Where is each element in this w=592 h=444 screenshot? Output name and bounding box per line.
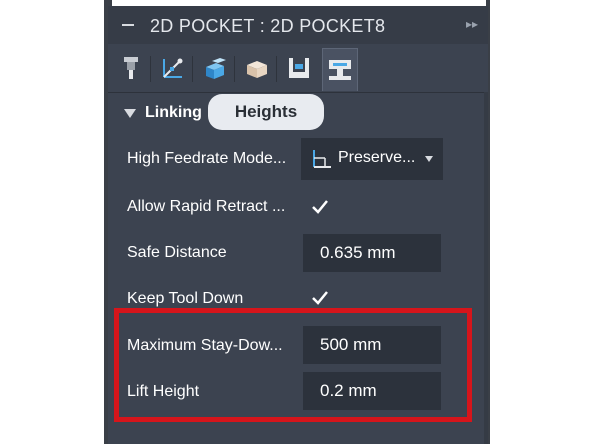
high-feedrate-mode-label: High Feedrate Mode... [127,150,287,167]
tool-icon [124,57,138,79]
allow-rapid-retract-label: Allow Rapid Retract ... [127,198,286,215]
tab-separator [276,56,277,82]
safe-distance-input[interactable]: 0.635 mm [303,234,441,272]
minus-icon[interactable] [122,24,134,26]
tab-linking-area[interactable] [282,50,316,86]
tab-geometry[interactable] [156,50,190,86]
keep-tool-down-label: Keep Tool Down [127,290,244,307]
caret-down-icon [124,109,136,118]
tab-linking[interactable] [322,48,358,91]
panel-header: 2D POCKET : 2D POCKET8 ▸▸ [108,6,488,44]
heights-tooltip: Heights [208,94,324,130]
checkmark-icon [312,200,328,214]
tab-bar [108,44,488,93]
linking-area-icon [289,58,309,78]
tab-separator [150,56,151,82]
heights-icon [206,58,226,79]
passes-icon [247,61,267,78]
tab-passes[interactable] [240,50,274,86]
linking-icon [329,60,351,80]
panel-scrollbar[interactable] [484,92,488,444]
double-chevron-right-icon[interactable]: ▸▸ [466,17,478,31]
tab-heights[interactable] [198,50,232,86]
safe-distance-label: Safe Distance [127,244,227,261]
tab-tool[interactable] [114,50,148,86]
chevron-down-icon [425,156,433,162]
keep-tool-down-checkbox[interactable] [311,289,329,307]
tab-separator [192,56,193,82]
preserve-mode-icon [313,150,331,168]
highlight-annotation-box [114,308,472,422]
allow-rapid-retract-checkbox[interactable] [311,198,329,216]
panel-title: 2D POCKET : 2D POCKET8 [150,16,386,36]
high-feedrate-mode-value: Preserve... [338,149,416,166]
section-label: Linking [145,104,202,121]
tab-separator [234,56,235,82]
high-feedrate-mode-dropdown[interactable]: Preserve... [301,138,443,180]
checkmark-icon [312,291,328,305]
geometry-icon [163,58,183,78]
